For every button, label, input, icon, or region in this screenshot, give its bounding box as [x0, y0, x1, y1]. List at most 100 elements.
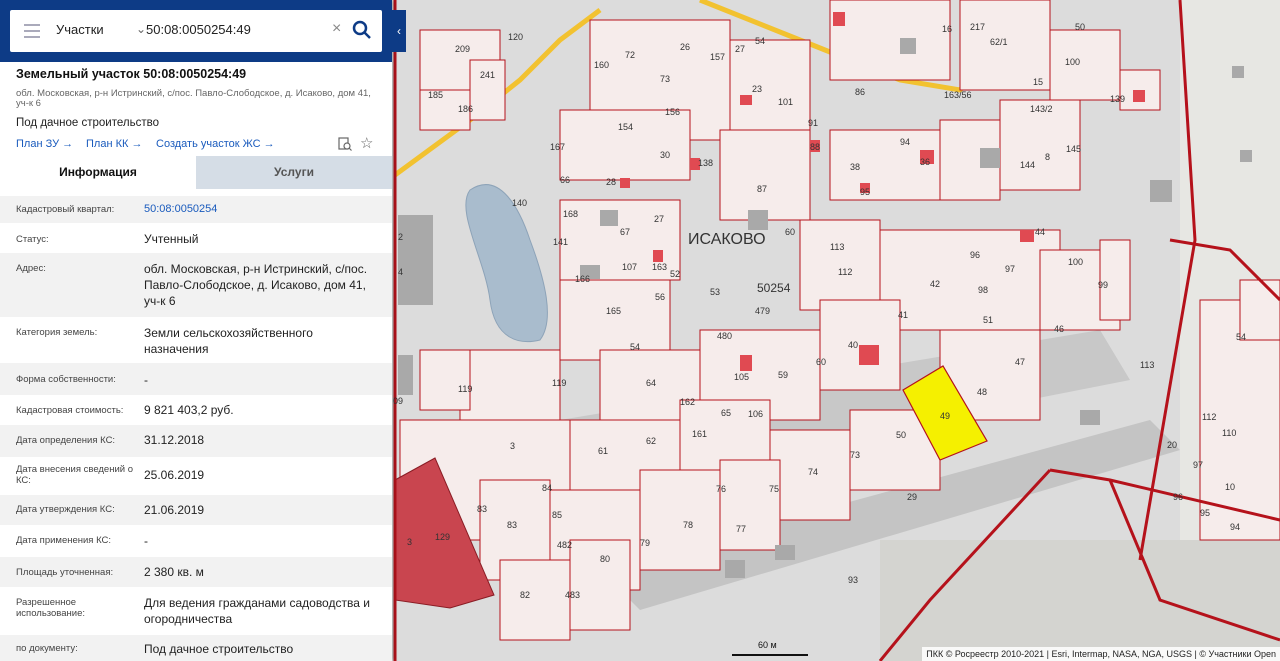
detail-key: Площадь уточненная: [16, 567, 114, 578]
svg-text:162: 162 [680, 397, 695, 407]
svg-text:48: 48 [977, 387, 987, 397]
svg-text:40: 40 [848, 340, 858, 350]
tab-services[interactable]: Услуги [196, 156, 392, 189]
detail-value: Учтенный [144, 232, 199, 246]
svg-text:47: 47 [1015, 357, 1025, 367]
svg-text:100: 100 [1068, 257, 1083, 267]
detail-key: по документу: [16, 643, 78, 654]
svg-text:113: 113 [830, 242, 844, 252]
svg-text:100: 100 [1065, 57, 1080, 67]
search-input[interactable]: 50:08:0050254:49 [146, 22, 326, 42]
plan-zu-link[interactable]: План ЗУ → [16, 138, 73, 150]
detail-key: Дата применения КС: [16, 535, 112, 546]
detail-row: Дата определения КС: 31.12.2018 [0, 425, 392, 457]
detail-key: Статус: [16, 234, 49, 245]
search-icon[interactable] [352, 20, 372, 40]
detail-row: Адрес: обл. Московская, р-н Истринский, … [0, 253, 392, 317]
detail-key: Разрешенное использование: [16, 597, 86, 619]
svg-text:105: 105 [734, 372, 749, 382]
detail-value: 2 380 кв. м [144, 565, 204, 579]
tab-information[interactable]: Информация [0, 156, 196, 189]
category-value: Участки [56, 22, 104, 37]
close-icon[interactable]: × [332, 20, 341, 38]
svg-text:120: 120 [508, 32, 523, 42]
detail-value: обл. Московская, р-н Истринский, с/пос. … [144, 262, 368, 308]
svg-text:82: 82 [520, 590, 530, 600]
svg-text:46: 46 [1054, 324, 1064, 334]
svg-text:74: 74 [808, 467, 818, 477]
svg-text:64: 64 [646, 378, 656, 388]
svg-text:30: 30 [660, 150, 670, 160]
info-panel: Участки ⌄ 50:08:0050254:49 × Земельный у… [0, 0, 392, 661]
svg-text:129: 129 [435, 532, 450, 542]
detail-row: Дата утверждения КС: 21.06.2019 [0, 495, 392, 525]
search-bar: Участки ⌄ 50:08:0050254:49 × [0, 0, 392, 62]
detail-key: Кадастровый квартал: [16, 204, 115, 215]
svg-text:97: 97 [1005, 264, 1015, 274]
svg-text:479: 479 [755, 306, 770, 316]
svg-text:54: 54 [630, 342, 640, 352]
scale-label: 60 м [758, 640, 777, 650]
svg-text:95: 95 [1200, 508, 1210, 518]
document-search-icon[interactable] [338, 137, 352, 151]
svg-text:161: 161 [692, 429, 707, 439]
svg-text:67: 67 [620, 227, 630, 237]
svg-text:80: 80 [600, 554, 610, 564]
svg-text:50: 50 [896, 430, 906, 440]
menu-icon[interactable] [24, 24, 40, 38]
cadastral-quarter-link[interactable]: 50:08:0050254 [144, 201, 376, 217]
svg-text:3: 3 [407, 537, 412, 547]
svg-text:60: 60 [785, 227, 795, 237]
detail-row: Разрешенное использование: Для ведения г… [0, 587, 392, 635]
category-select[interactable]: Участки ⌄ [56, 22, 148, 42]
svg-text:167: 167 [550, 142, 565, 152]
svg-text:156: 156 [665, 107, 680, 117]
svg-text:27: 27 [654, 214, 664, 224]
svg-text:106: 106 [748, 409, 763, 419]
svg-text:112: 112 [838, 267, 852, 277]
svg-text:8: 8 [1045, 152, 1050, 162]
tab-bar: Информация Услуги [0, 156, 392, 189]
svg-text:154: 154 [618, 122, 633, 132]
svg-text:241: 241 [480, 70, 495, 80]
svg-text:52: 52 [670, 269, 680, 279]
svg-text:119: 119 [552, 378, 566, 388]
svg-text:26: 26 [680, 42, 690, 52]
svg-text:62: 62 [646, 436, 656, 446]
detail-value: 25.06.2019 [144, 468, 205, 482]
svg-text:54: 54 [755, 36, 765, 46]
detail-value: Земли сельскохозяйственного назначения [144, 326, 313, 356]
svg-text:4: 4 [398, 267, 403, 277]
detail-row: Категория земель: Земли сельскохозяйстве… [0, 317, 392, 363]
detail-row: Площадь уточненная: 2 380 кв. м [0, 557, 392, 587]
detail-row: по документу: Под дачное строительство [0, 635, 392, 661]
svg-text:23: 23 [752, 84, 762, 94]
svg-text:94: 94 [900, 137, 910, 147]
svg-text:96: 96 [1173, 492, 1183, 502]
collapse-panel-button[interactable]: ‹ [392, 10, 406, 52]
svg-text:60: 60 [816, 357, 826, 367]
svg-text:107: 107 [622, 262, 637, 272]
plan-kk-link[interactable]: План КК → [86, 138, 142, 150]
svg-text:480: 480 [717, 331, 732, 341]
svg-text:91: 91 [808, 118, 818, 128]
star-icon[interactable]: ☆ [360, 134, 373, 152]
chevron-down-icon: ⌄ [135, 22, 146, 36]
svg-text:165: 165 [606, 306, 621, 316]
map-attribution: ПКК © Росреестр 2010-2021 | Esri, Interm… [922, 647, 1280, 661]
detail-value: - [144, 534, 148, 548]
svg-text:73: 73 [660, 74, 670, 84]
svg-text:73: 73 [850, 450, 860, 460]
svg-text:10: 10 [1225, 482, 1235, 492]
svg-text:163/56: 163/56 [944, 90, 972, 100]
svg-text:61: 61 [598, 446, 608, 456]
svg-text:27: 27 [735, 44, 745, 54]
svg-text:97: 97 [1193, 460, 1203, 470]
detail-row: Кадастровая стоимость: 9 821 403,2 руб. [0, 395, 392, 425]
svg-text:95: 95 [860, 187, 870, 197]
svg-text:72: 72 [625, 50, 635, 60]
village-label: ИСАКОВО [688, 231, 766, 248]
create-parcel-link[interactable]: Создать участок ЖС → [156, 138, 275, 150]
svg-text:88: 88 [810, 142, 820, 152]
svg-text:41: 41 [898, 310, 908, 320]
